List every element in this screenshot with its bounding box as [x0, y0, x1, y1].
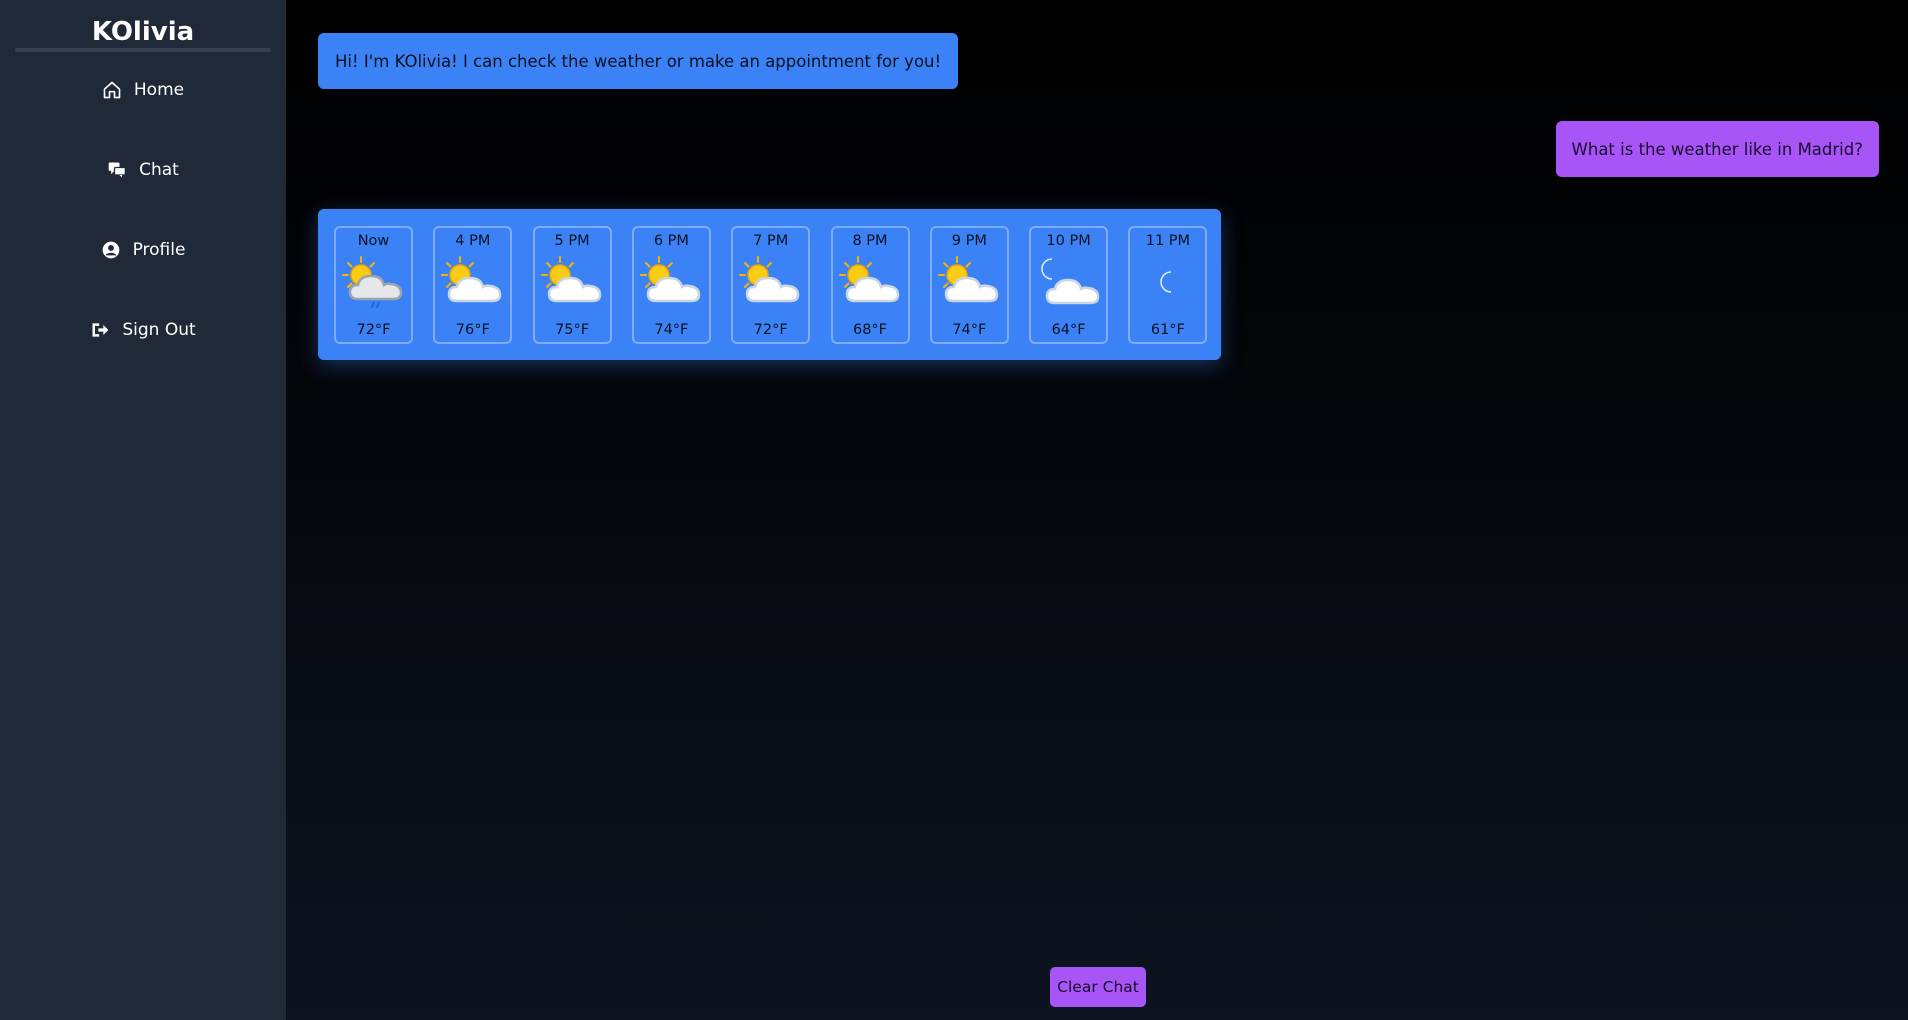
- forecast-hour-tile: 8 PM 68°F: [830, 226, 910, 344]
- home-icon: [102, 80, 122, 100]
- forecast-temp: 64°F: [1051, 322, 1086, 338]
- partly-cloudy-day-icon: [639, 255, 705, 309]
- forecast-hour-tile: 4 PM 76°F: [433, 226, 513, 344]
- forecast-temp: 76°F: [455, 322, 490, 338]
- sidebar-item-label: Sign Out: [122, 320, 196, 340]
- partly-cloudy-day-icon: [540, 255, 606, 309]
- sidebar-item-label: Profile: [132, 240, 186, 260]
- forecast-hour-tile: 7 PM 72°F: [731, 226, 811, 344]
- brand-title: KOlivia: [91, 17, 195, 47]
- partly-cloudy-rain-icon: [341, 255, 407, 309]
- forecast-time: 8 PM: [852, 233, 888, 249]
- forecast-temp: 61°F: [1150, 322, 1185, 338]
- forecast-time: Now: [357, 233, 390, 249]
- app-root: KOlivia Home Chat Profile Sign Out Hi! I…: [0, 0, 1908, 1020]
- forecast-time: 10 PM: [1046, 233, 1091, 249]
- sidebar-item-sign-out[interactable]: Sign Out: [0, 310, 286, 350]
- forecast-time: 4 PM: [455, 233, 491, 249]
- forecast-hour-tile: 9 PM 74°F: [929, 226, 1009, 344]
- forecast-temp: 75°F: [555, 322, 590, 338]
- partly-cloudy-day-icon: [738, 255, 804, 309]
- profile-icon: [101, 240, 121, 260]
- forecast-time: 11 PM: [1145, 233, 1191, 249]
- weather-forecast-card: Now 72°F 4 PM 76°F 5 PM 75°F 6 PM 74°F 7 PM 72°F 8…: [318, 209, 1221, 360]
- forecast-time: 6 PM: [653, 233, 689, 249]
- forecast-hour-tile: 6 PM 74°F: [631, 226, 711, 344]
- forecast-time: 7 PM: [753, 233, 789, 249]
- user-message: What is the weather like in Madrid?: [1555, 121, 1879, 177]
- sign-out-icon: [90, 320, 110, 340]
- sidebar-item-label: Home: [133, 80, 185, 100]
- forecast-temp: 74°F: [654, 322, 689, 338]
- forecast-time: 9 PM: [951, 233, 987, 249]
- partly-cloudy-day-icon: [937, 255, 1003, 309]
- partly-cloudy-day-icon: [440, 255, 506, 309]
- forecast-hour-tile: 11 PM 61°F: [1128, 226, 1208, 344]
- sidebar-item-label: Chat: [139, 160, 179, 180]
- forecast-temp: 74°F: [952, 322, 987, 338]
- forecast-hour-tile: 5 PM 75°F: [532, 226, 612, 344]
- forecast-hour-tile: Now 72°F: [334, 226, 413, 344]
- partly-cloudy-night-icon: [1036, 255, 1102, 309]
- sidebar-item-profile[interactable]: Profile: [0, 230, 286, 270]
- clear-chat-button[interactable]: Clear Chat: [1050, 967, 1146, 1007]
- forecast-time: 5 PM: [554, 233, 590, 249]
- forecast-temp: 72°F: [753, 322, 788, 338]
- sidebar-item-chat[interactable]: Chat: [0, 150, 286, 190]
- brand-divider: [15, 48, 271, 52]
- bot-message: Hi! I'm KOlivia! I can check the weather…: [318, 33, 959, 89]
- sidebar: KOlivia Home Chat Profile Sign Out: [0, 0, 286, 1020]
- forecast-temp: 72°F: [356, 322, 391, 338]
- sidebar-item-home[interactable]: Home: [0, 70, 286, 110]
- forecast-hour-tile: 10 PM 64°F: [1029, 226, 1109, 344]
- forecast-temp: 68°F: [852, 322, 888, 338]
- chat-icon: [107, 160, 127, 180]
- partly-cloudy-day-icon: [838, 255, 904, 309]
- chat-area: Hi! I'm KOlivia! I can check the weather…: [286, 0, 1908, 1020]
- moon-icon: [1135, 255, 1201, 309]
